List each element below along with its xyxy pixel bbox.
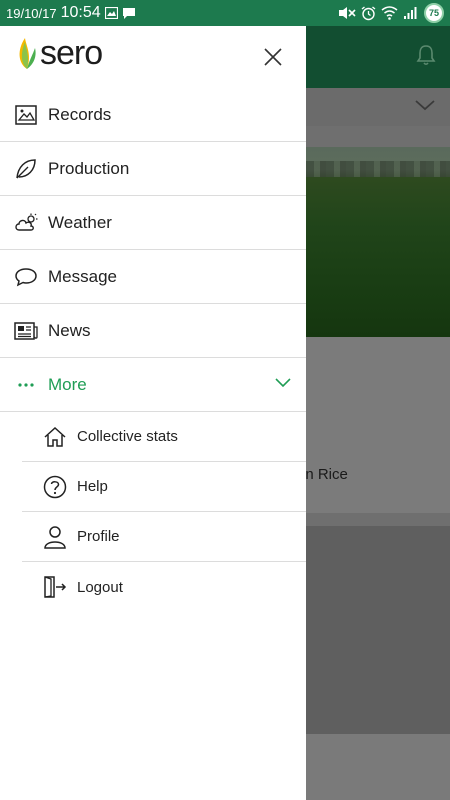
news-icon (14, 319, 38, 343)
submenu-item-help[interactable]: Help (22, 462, 306, 512)
more-dots-icon (14, 373, 38, 397)
battery-level: 75 (428, 8, 439, 18)
bottom-area (306, 734, 450, 800)
status-date: 19/10/17 (6, 5, 57, 21)
menu-item-more[interactable]: More (0, 358, 306, 412)
menu-item-label: Production (48, 158, 130, 178)
user-icon (42, 524, 68, 550)
menu-item-label: Weather (48, 212, 112, 232)
submenu-item-collective-stats[interactable]: Collective stats (22, 412, 306, 462)
menu-item-label: Message (48, 266, 117, 286)
navigation-drawer: sero Records Production Weather Message … (0, 26, 306, 800)
submenu-item-label: Help (77, 478, 108, 495)
menu-item-weather[interactable]: Weather (0, 196, 306, 250)
message-icon (14, 265, 38, 289)
weather-icon (14, 211, 38, 235)
menu-item-records[interactable]: Records (0, 88, 306, 142)
more-submenu: Collective stats Help Profile Logout (22, 412, 306, 612)
menu-item-label: More (48, 374, 87, 394)
submenu-item-label: Logout (77, 578, 123, 596)
treeline (306, 161, 450, 177)
wifi-icon (381, 6, 398, 20)
battery-icon: 75 (424, 3, 444, 23)
sero-logo: sero (16, 34, 103, 72)
home-icon (42, 424, 68, 450)
menu-item-production[interactable]: Production (0, 142, 306, 196)
submenu-item-profile[interactable]: Profile (22, 512, 306, 562)
menu-item-label: Records (48, 104, 112, 124)
rice-field-image (306, 147, 450, 337)
bell-icon[interactable] (416, 44, 436, 71)
menu-item-news[interactable]: News (0, 304, 306, 358)
alarm-icon (361, 5, 376, 21)
menu-item-label: News (48, 320, 91, 340)
crop-card[interactable] (306, 337, 450, 513)
chevron-down-icon[interactable] (414, 98, 436, 117)
logo-text: sero (40, 34, 103, 72)
chevron-down-icon[interactable] (274, 376, 292, 394)
drawer-header: sero (0, 26, 306, 88)
sero-logo-icon (19, 38, 36, 69)
submenu-item-label: Profile (77, 528, 120, 545)
status-time: 10:54 (60, 4, 101, 21)
submenu-item-logout[interactable]: Logout (22, 562, 306, 612)
image-icon (104, 7, 118, 19)
leaf-icon (14, 157, 38, 181)
close-icon[interactable] (264, 48, 284, 68)
chat-icon (122, 7, 136, 20)
drawer-menu: Records Production Weather Message News (0, 88, 306, 412)
menu-item-message[interactable]: Message (0, 250, 306, 304)
status-bar: 19/10/17 10:54 75 (0, 0, 450, 26)
signal-icon (403, 6, 419, 20)
mute-icon (338, 6, 356, 20)
help-icon (42, 474, 68, 500)
content-area (306, 526, 450, 734)
submenu-item-label: Collective stats (77, 428, 178, 445)
logout-icon (42, 574, 68, 600)
image-icon (14, 103, 38, 127)
